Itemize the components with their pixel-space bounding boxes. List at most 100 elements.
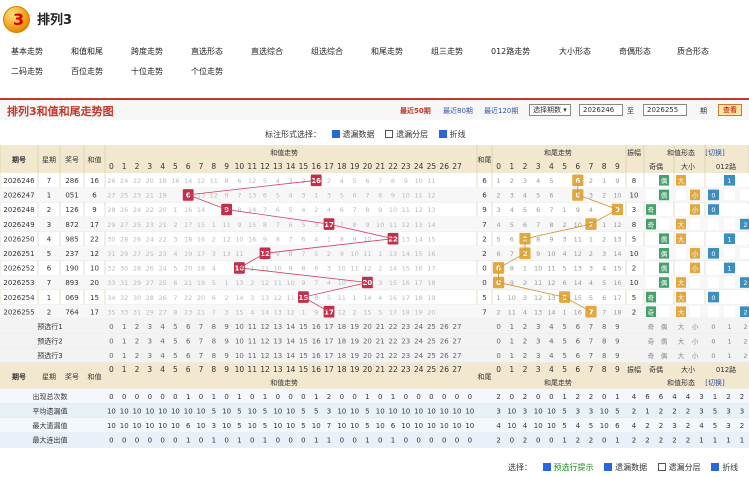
hz-miss: 31 [120,279,128,287]
hw-miss: 2 [523,279,527,287]
hz-miss: 6 [301,235,305,243]
hz-miss: 26 [146,265,154,273]
stat-xt: 6 [645,393,650,401]
lu-value: 2 [743,221,747,229]
preselect-tip-checkbox[interactable] [542,463,551,471]
preselect-digit: 19 [350,352,359,360]
header-qiou: 奇偶 [649,162,663,171]
hw-miss: 4 [563,250,567,258]
stat-hw: 3 [589,407,593,415]
hz-miss: 12 [210,192,218,200]
row-hewei: 7 [482,221,486,229]
stat-hw: 0 [510,393,514,401]
preselect-digit: 1 [122,338,126,346]
preselect-digit: 12 [261,323,270,331]
preselect-big: 大 [678,322,685,331]
header-hz-digit-2: 22 [388,365,398,374]
stat-hw: 10 [534,422,543,430]
stat-hz: 10 [184,407,193,415]
header-xingqi-2: 星期 [42,373,56,381]
header-hw-digit-2: 4 [549,365,554,374]
preselect-digit: 9 [224,338,228,346]
stat-hz: 1 [212,437,216,445]
hz-miss: 10 [235,235,243,243]
preselect-digit: 14 [286,352,295,360]
stat-hw: 10 [600,422,609,430]
stat-xt: 4 [699,422,704,430]
hz-miss: 19 [184,250,192,258]
dx-big: 大 [678,293,685,302]
hz-miss: 1 [314,192,318,200]
preselect-digit: 9 [224,352,228,360]
preselect-digit: 23 [401,352,410,360]
hw-miss: 4 [523,308,527,316]
stat-xt: 6 [659,393,664,401]
stat-xt: 5 [713,422,717,430]
stat-hz: 10 [427,422,436,430]
stat-hw: 0 [549,437,553,445]
hw-miss: 2 [497,192,501,200]
preselect-digit: 0 [496,338,500,346]
header-hz-digit-2: 0 [109,365,114,374]
qiou-cell [646,175,656,186]
hz-miss: 16 [248,235,256,243]
stat-hw: 10 [534,407,543,415]
qiou-odd: 奇 [648,220,655,229]
header-hz-digit-2: 10 [235,365,245,374]
stat-hz: 0 [442,393,446,401]
miss-data-checkbox-2[interactable] [604,463,613,471]
hz-miss: 24 [120,177,128,185]
stat-hz: 10 [273,422,282,430]
hz-miss: 4 [378,294,382,302]
lu-cell [740,175,749,186]
preselect-digit: 8 [212,352,216,360]
row-jianghao: 764 [65,308,79,316]
hz-miss: 8 [353,221,357,229]
dx-cell [676,262,686,274]
hz-miss: 14 [184,177,192,185]
stat-hw: 10 [507,422,516,430]
preselect-digit: 16 [312,323,321,331]
hz-miss: 2 [378,265,382,273]
miss-layer-checkbox-2[interactable] [657,463,666,471]
header-daxiao-2: 大小 [681,365,695,374]
preselect-digit: 21 [376,352,385,360]
preselect-digit: 20 [363,323,372,331]
hz-miss: 29 [120,250,128,258]
stat-hz: 1 [314,393,318,401]
header-jianghao-2: 奖号 [65,372,79,381]
preselect-digit: 1 [122,323,126,331]
hz-miss: 13 [274,308,282,316]
hz-miss: 13 [389,250,397,258]
header-hz-digit-2: 5 [173,365,178,374]
hz-miss: 12 [261,279,269,287]
header-hz-digit-2: 13 [273,365,283,374]
header-hewei-2: 和尾 [478,372,492,381]
preselect-digit: 6 [576,352,581,360]
row-jianghao: 985 [65,235,78,243]
hw-miss: 7 [536,221,540,229]
header-qihao-2: 期号 [12,372,26,381]
hw-miss: 14 [574,279,582,287]
stat-hz: 0 [160,437,164,445]
hw-miss: 2 [602,235,606,243]
qiou-even: 偶 [661,191,668,200]
preselect-lu: 0 [711,323,715,331]
hz-miss: 2 [225,294,229,302]
header-hz-digit: 23 [401,162,411,171]
qiou-odd: 奇 [648,307,655,316]
preselect-digit: 21 [376,338,385,346]
stat-hz: 10 [414,407,423,415]
preselect-digit: 16 [312,338,321,346]
row-hewei: 6 [482,177,487,185]
polyline-checkbox-2[interactable] [711,463,720,471]
stat-hz: 0 [416,393,420,401]
preselect-digit: 5 [562,338,566,346]
hw-miss: 12 [574,250,582,258]
preselect-digit: 0 [109,323,113,331]
hz-miss: 13 [235,279,243,287]
preselect-digit: 14 [286,323,295,331]
hw-miss: 6 [549,192,553,200]
hz-miss: 28 [107,206,115,214]
row-hezhi: 17 [90,221,99,229]
